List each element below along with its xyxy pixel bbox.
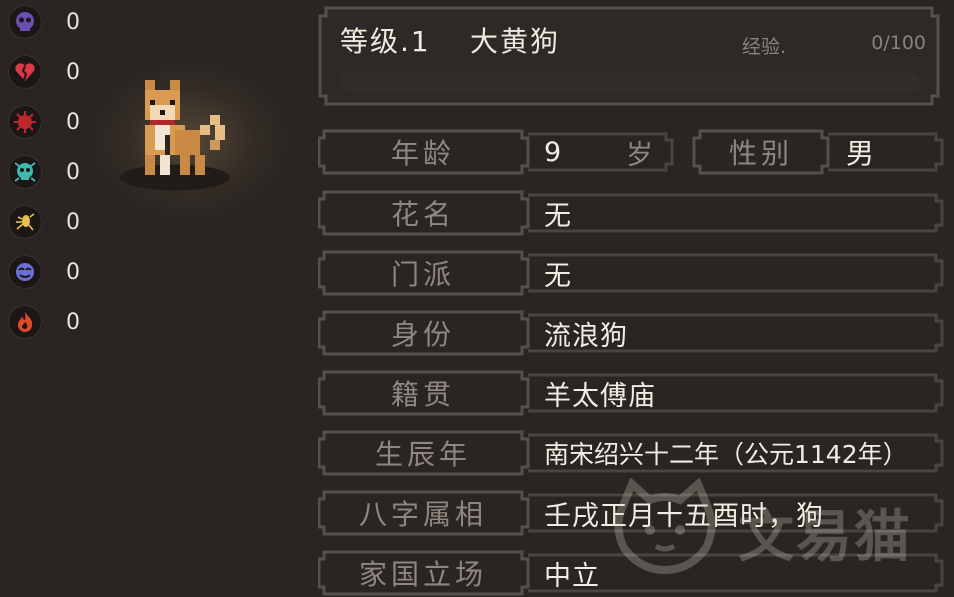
- status-row-bleed[interactable]: 0: [8, 104, 80, 140]
- purple-skull-icon: [8, 5, 42, 39]
- watermark-text: 文易猫: [738, 505, 912, 570]
- status-row-plague[interactable]: 0: [8, 154, 80, 190]
- exp-label: 经验.: [742, 36, 787, 58]
- pet-name[interactable]: 大黄狗: [470, 20, 560, 60]
- fire-icon: [8, 305, 42, 339]
- status-count: 0: [66, 159, 80, 185]
- info-label: 身份: [390, 318, 455, 351]
- info-row-birth-year: 生辰年 南宋绍兴十二年（公元1142年）: [318, 429, 944, 477]
- exp-progress-bar: [340, 72, 920, 92]
- info-row-identity: 身份 流浪狗: [318, 309, 944, 357]
- status-row-heartbreak[interactable]: 0: [8, 54, 80, 90]
- info-value: 流浪狗: [544, 320, 628, 352]
- info-label: 花名: [390, 198, 455, 231]
- broken-heart-icon: [8, 55, 42, 89]
- info-label: 八字属相: [358, 498, 487, 531]
- info-row-nickname: 花名 无: [318, 189, 944, 237]
- gender-label: 性别: [728, 137, 793, 170]
- status-count: 0: [66, 9, 80, 35]
- status-row-burn[interactable]: 0: [8, 304, 80, 340]
- age-label: 年龄: [390, 137, 455, 170]
- info-row-age-gender: 年龄 9 岁 性别 男: [318, 128, 944, 176]
- cat-logo-icon: [614, 477, 716, 575]
- gender-value: 男: [846, 137, 875, 170]
- watermark: 文易猫: [610, 477, 930, 578]
- level-panel: 等级.1 大黄狗 经验. 0/100: [318, 6, 940, 106]
- info-label: 生辰年: [374, 438, 471, 471]
- status-row-poison[interactable]: 0: [8, 4, 80, 40]
- info-value: 无: [544, 200, 572, 232]
- dog-sprite[interactable]: [115, 65, 245, 195]
- info-row-hometown: 籍贯 羊太傅庙: [318, 369, 944, 417]
- level-text: 等级.1: [340, 25, 431, 58]
- blue-face-icon: [8, 255, 42, 289]
- info-value: 南宋绍兴十二年（公元1142年）: [544, 440, 908, 469]
- exp-value: 0/100: [871, 32, 926, 54]
- info-value: 羊太傅庙: [544, 380, 656, 412]
- age-unit: 岁: [626, 139, 653, 171]
- info-value: 中立: [544, 560, 600, 592]
- info-label: 门派: [390, 258, 455, 291]
- status-count: 0: [66, 59, 80, 85]
- status-count: 0: [66, 259, 80, 285]
- yellow-bug-icon: [8, 205, 42, 239]
- status-count: 0: [66, 109, 80, 135]
- status-count: 0: [66, 209, 80, 235]
- status-count: 0: [66, 309, 80, 335]
- teal-skull-icon: [8, 155, 42, 189]
- red-virus-icon: [8, 105, 42, 139]
- status-row-fear[interactable]: 0: [8, 254, 80, 290]
- status-row-parasite[interactable]: 0: [8, 204, 80, 240]
- info-value: 无: [544, 260, 572, 292]
- info-row-sect: 门派 无: [318, 249, 944, 297]
- age-value: 9: [544, 136, 563, 168]
- info-label: 家国立场: [358, 558, 487, 591]
- info-label: 籍贯: [390, 378, 455, 411]
